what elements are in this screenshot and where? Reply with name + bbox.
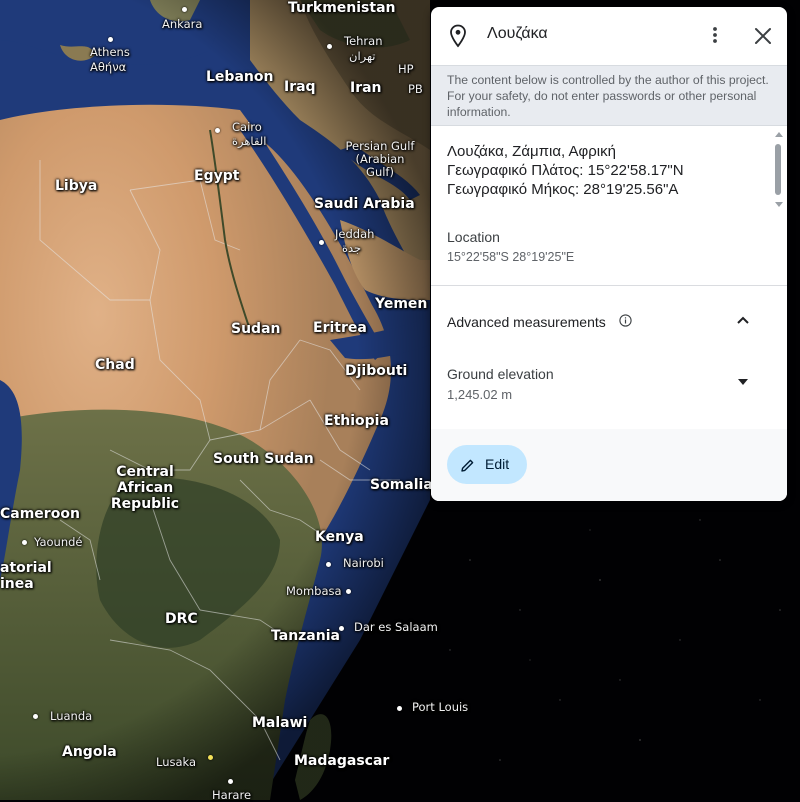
city-dot [215, 128, 220, 133]
label-jeddah: Jeddah [335, 227, 375, 241]
label-cameroon: Cameroon [0, 506, 80, 522]
city-dot [108, 37, 113, 42]
security-notice: The content below is controlled by the a… [431, 65, 787, 126]
edit-button-label: Edit [485, 456, 510, 472]
label-libya: Libya [55, 178, 98, 194]
label-ethiopia: Ethiopia [324, 413, 389, 429]
divider [431, 285, 787, 286]
label-angola: Angola [62, 744, 117, 760]
label-saudi-arabia: Saudi Arabia [314, 196, 415, 212]
city-dot [228, 779, 233, 784]
label-jeddah-local: جدة [342, 241, 362, 255]
label-djibouti: Djibouti [345, 363, 408, 379]
panel-header: Λουζάκα [431, 7, 787, 65]
scroll-down-arrow-icon[interactable] [774, 201, 784, 209]
label-tehran-local: تهران [349, 49, 376, 63]
label-ankara: Ankara [162, 17, 203, 31]
label-mombasa: Mombasa [286, 584, 342, 598]
label-luanda: Luanda [50, 709, 93, 723]
city-dot [33, 714, 38, 719]
city-dot [346, 589, 351, 594]
description-line: Λουζάκα, Ζάμπια, Αφρική [447, 143, 616, 160]
city-dot [182, 7, 187, 12]
panel-footer: Edit [431, 429, 787, 501]
label-equatorial-guinea: atorial inea [0, 560, 52, 593]
label-tehran: Tehran [344, 34, 383, 48]
label-hp: HP [398, 62, 414, 76]
label-yaounde: Yaoundé [34, 535, 83, 549]
location-label: Location [447, 229, 500, 245]
label-madagascar: Madagascar [294, 753, 390, 769]
city-dot [319, 240, 324, 245]
label-iran: Iran [350, 80, 382, 96]
ground-elevation-label: Ground elevation [447, 366, 554, 382]
description-line: Γεωγραφικό Μήκος: 28°19'25.56"A [447, 181, 679, 198]
label-turkmenistan: Turkmenistan [288, 0, 396, 16]
more-vert-icon[interactable] [703, 23, 727, 47]
edit-button[interactable]: Edit [447, 445, 527, 484]
advanced-measurements-toggle[interactable]: Advanced measurements [431, 303, 787, 339]
label-yemen: Yemen [375, 296, 428, 312]
label-port-louis: Port Louis [412, 700, 469, 714]
label-dar-es-salaam: Dar es Salaam [354, 620, 438, 634]
label-kenya: Kenya [315, 529, 364, 545]
label-chad: Chad [95, 357, 135, 373]
label-athens-local: Αθήνα [90, 60, 127, 74]
label-egypt: Egypt [194, 168, 240, 184]
ground-elevation-value: 1,245.02 m [447, 387, 513, 402]
label-cairo-local: القاهرة [232, 134, 267, 148]
description-scrollbar[interactable] [775, 144, 781, 195]
selected-place-marker[interactable] [208, 755, 213, 760]
label-lusaka: Lusaka [156, 755, 197, 769]
label-nairobi: Nairobi [343, 556, 384, 570]
label-lebanon: Lebanon [206, 69, 274, 85]
city-dot [326, 562, 331, 567]
label-persian-gulf: Persian Gulf (Arabian Gulf) [345, 139, 415, 180]
info-icon[interactable] [619, 314, 632, 327]
scroll-up-arrow-icon[interactable] [774, 130, 784, 138]
label-harare: Harare [212, 788, 252, 802]
city-dot [339, 626, 344, 631]
label-cairo: Cairo [232, 120, 262, 134]
label-iraq: Iraq [284, 79, 316, 95]
city-dot [22, 540, 27, 545]
label-somalia: Somalia [370, 477, 433, 493]
close-icon[interactable] [749, 23, 777, 49]
label-malawi: Malawi [252, 715, 308, 731]
label-drc: DRC [165, 611, 198, 627]
label-pb: PB [408, 82, 423, 96]
city-dot [327, 44, 332, 49]
label-athens: Athens [90, 45, 130, 59]
label-eritrea: Eritrea [313, 320, 367, 336]
place-title: Λουζάκα [487, 25, 548, 42]
description-line: Γεωγραφικό Πλάτος: 15°22'58.17"N [447, 162, 684, 179]
ground-elevation-row[interactable]: Ground elevation 1,245.02 m [431, 359, 787, 407]
place-description: Λουζάκα, Ζάμπια, Αφρική Γεωγραφικό Πλάτο… [447, 142, 767, 199]
chevron-up-icon[interactable] [735, 314, 751, 326]
caret-down-icon[interactable] [737, 378, 749, 386]
place-icon [450, 24, 466, 48]
location-value: 15°22'58"S 28°19'25"E [447, 250, 575, 264]
advanced-measurements-label: Advanced measurements [447, 314, 606, 330]
city-dot [397, 706, 402, 711]
pencil-icon [461, 459, 474, 472]
label-tanzania: Tanzania [271, 628, 340, 644]
label-sudan: Sudan [231, 321, 281, 337]
place-info-panel: Λουζάκα The content below is controlled … [431, 7, 787, 501]
label-central-african-republic: Central African Republic [110, 464, 180, 513]
label-south-sudan: South Sudan [213, 451, 314, 467]
